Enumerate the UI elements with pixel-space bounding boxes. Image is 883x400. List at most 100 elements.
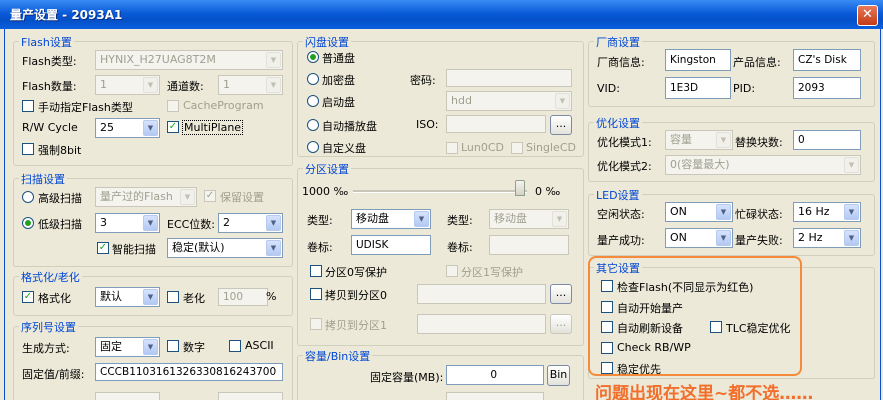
product-info-label: 产品信息: (733, 56, 781, 69)
partition0-type-select[interactable]: 移动盘 ▼ (351, 209, 431, 229)
low-scan-select[interactable]: 3 ▼ (95, 213, 160, 233)
stable-first-label: 稳定优先 (617, 363, 661, 376)
aging-checkbox[interactable] (167, 291, 179, 303)
partition1-type-select[interactable]: 移动盘 ▼ (489, 209, 569, 229)
ascii-checkbox[interactable] (229, 340, 241, 352)
high-scan-label: 高级扫描 (38, 192, 82, 205)
check-rbwp-checkbox[interactable] (601, 342, 613, 354)
smart-scan-label: 智能扫描 (112, 243, 156, 256)
fixed-prefix-label: 固定值/前缀: (22, 368, 85, 381)
idle-state-label: 空闲状态: (597, 208, 645, 221)
smart-scan-select[interactable]: 稳定(默认) ▼ (167, 238, 283, 258)
serial-mode-select[interactable]: 固定 ▼ (95, 337, 160, 357)
tlc-stable-checkbox[interactable] (710, 321, 722, 333)
busy-state-select[interactable]: 16 Hz ▼ (793, 202, 861, 222)
vid-input[interactable]: 1E3D (665, 77, 731, 99)
auto-start-checkbox[interactable] (601, 301, 613, 313)
fixed-prefix-input[interactable]: CCCB1103161326330816243700 (95, 363, 283, 381)
replace-blocks-input[interactable]: 0 (793, 130, 861, 150)
partition0-volume-input[interactable]: UDISK (351, 235, 431, 255)
flash-settings-title: Flash设置 (19, 34, 74, 50)
chevron-down-icon: ▼ (414, 211, 429, 227)
partition1-wp-label: 分区1写保护 (461, 266, 523, 279)
boot-type-value: hdd (451, 94, 472, 107)
fixed-capacity-input[interactable]: 0 (446, 365, 544, 385)
chevron-down-icon: ▼ (266, 77, 281, 93)
chevron-down-icon: ▼ (143, 339, 158, 355)
stable-first-checkbox[interactable] (601, 362, 613, 374)
auto-refresh-checkbox[interactable] (601, 321, 613, 333)
copy-partition1-browse-button[interactable]: ... (550, 314, 572, 334)
highlight-box (588, 256, 802, 376)
product-info-input[interactable]: CZ's Disk (793, 49, 861, 71)
copy-partition1-checkbox[interactable] (310, 318, 322, 330)
success-state-select[interactable]: ON ▼ (665, 228, 733, 248)
capacity-extra-input[interactable] (446, 392, 544, 400)
low-scan-label: 低级扫描 (38, 218, 82, 231)
bin-button[interactable]: Bin (547, 365, 570, 386)
format-select[interactable]: 默认 ▼ (95, 287, 160, 307)
close-button[interactable]: ✕ (857, 5, 878, 26)
chevron-down-icon: ▼ (552, 211, 567, 227)
partition-slider-track[interactable] (353, 190, 527, 193)
multiplane-checkbox[interactable]: ✓ (167, 121, 179, 133)
custom-disk-radio[interactable] (307, 141, 319, 153)
flash-type-select[interactable]: HYNIX_H27UAG8T2M ▼ (95, 50, 283, 70)
boot-disk-radio[interactable] (307, 95, 319, 107)
check-flash-label: 检查Flash(不同显示为红色) (617, 281, 754, 294)
lun0cd-checkbox[interactable] (446, 142, 458, 154)
high-scan-select[interactable]: 量产过的Flash ▼ (95, 187, 197, 207)
format-label: 格式化 (38, 292, 71, 305)
ecc-select[interactable]: 2 ▼ (218, 213, 283, 233)
smart-scan-checkbox[interactable]: ✓ (97, 242, 109, 254)
flash-count-select[interactable]: 1 ▼ (95, 75, 160, 95)
high-scan-radio[interactable] (22, 191, 34, 203)
boot-type-select[interactable]: hdd ▼ (446, 91, 572, 111)
idle-state-select[interactable]: ON ▼ (665, 202, 733, 222)
aging-input[interactable]: 100 (218, 288, 268, 306)
serial-partial-input-2[interactable] (218, 392, 283, 400)
serial-title: 序列号设置 (19, 319, 78, 335)
pid-input[interactable]: 2093 (793, 77, 861, 99)
low-scan-value: 3 (100, 216, 107, 229)
copy-partition0-input[interactable] (417, 284, 546, 304)
copy-partition1-input[interactable] (417, 314, 546, 334)
iso-browse-button[interactable]: ... (550, 115, 572, 135)
partition-slider-thumb[interactable] (515, 180, 525, 196)
check-flash-checkbox[interactable] (601, 280, 613, 292)
copy-partition0-checkbox[interactable] (310, 288, 322, 300)
singlecd-checkbox[interactable] (511, 142, 523, 154)
led-title: LED设置 (594, 187, 642, 203)
partition1-wp-checkbox[interactable] (446, 265, 458, 277)
channel-select[interactable]: 1 ▼ (218, 75, 283, 95)
password-input[interactable] (446, 69, 572, 87)
serial-mode-value: 固定 (100, 340, 122, 353)
encrypt-disk-radio[interactable] (307, 73, 319, 85)
low-scan-radio[interactable] (22, 217, 34, 229)
rw-cycle-select[interactable]: 25 ▼ (95, 118, 160, 138)
partition1-type-label: 类型: (447, 214, 473, 227)
chevron-down-icon: ▼ (266, 52, 281, 68)
multiplane-label: MultiPlane (182, 120, 244, 135)
optimize-mode1-select[interactable]: 容量 ▼ (665, 130, 733, 150)
digit-checkbox[interactable] (167, 340, 179, 352)
iso-input[interactable] (446, 115, 546, 133)
fail-state-select[interactable]: 2 Hz ▼ (793, 228, 861, 248)
vendor-info-input[interactable]: Kingston (665, 49, 731, 71)
autorun-disk-radio[interactable] (307, 119, 319, 131)
normal-disk-radio[interactable] (307, 51, 319, 63)
chevron-down-icon: ▼ (266, 215, 281, 231)
manual-flash-checkbox[interactable] (22, 100, 34, 112)
format-checkbox[interactable]: ✓ (22, 291, 34, 303)
copy-partition0-browse-button[interactable]: ... (550, 284, 572, 304)
partition1-volume-input[interactable] (489, 235, 569, 255)
partition0-wp-checkbox[interactable] (310, 265, 322, 277)
optimize-mode2-select[interactable]: 0(容量最大) ▼ (665, 155, 861, 175)
keep-settings-checkbox[interactable]: ✓ (204, 190, 216, 202)
cache-program-checkbox[interactable] (167, 100, 179, 112)
custom-disk-label: 自定义盘 (322, 142, 366, 155)
serial-partial-input-1[interactable] (95, 392, 160, 400)
digit-label: 数字 (183, 341, 205, 354)
force-8bit-checkbox[interactable] (22, 143, 34, 155)
ascii-label: ASCII (245, 339, 274, 352)
